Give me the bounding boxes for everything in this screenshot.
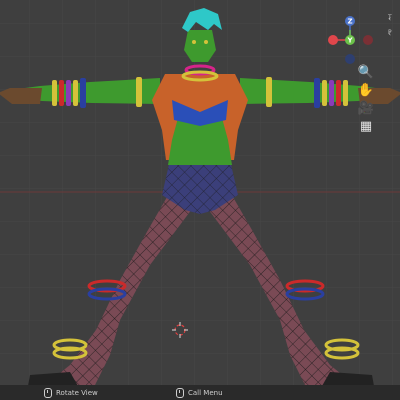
mouse-right-icon [176, 388, 184, 398]
hair [182, 8, 222, 32]
gizmo-x-icon[interactable] [328, 35, 338, 45]
zoom-icon[interactable]: 🔍 [357, 63, 375, 81]
side-tab-tool[interactable]: T [388, 12, 400, 24]
grid-icon[interactable]: ▦ [357, 117, 375, 135]
left-eye [192, 40, 196, 44]
face [184, 30, 216, 62]
pan-hand-icon[interactable]: ✋ [357, 81, 375, 99]
gizmo-neg-x-icon[interactable] [363, 35, 373, 45]
gizmo-y-label: Y [346, 37, 353, 45]
status-rotate-label: Rotate View [56, 389, 98, 397]
left-ankle-rings [52, 338, 88, 360]
gizmo-z-label: Z [347, 18, 352, 26]
3d-viewport[interactable]: Z Y ‹ T ‹ P 🔍 ✋ 🎥 ▦ Rotate View Call Men… [0, 0, 400, 400]
mouse-middle-icon [44, 388, 52, 398]
status-call-menu: Call Menu [176, 388, 223, 398]
gizmo-neg-z-icon[interactable] [345, 54, 355, 64]
left-foot [28, 372, 78, 386]
side-tab-properties[interactable]: P [388, 27, 400, 39]
3d-cursor-icon[interactable] [172, 322, 188, 338]
camera-icon[interactable]: 🎥 [357, 99, 375, 117]
navigation-gizmo[interactable]: Z Y [322, 12, 378, 68]
right-leg [205, 178, 355, 385]
right-ankle-rings [324, 338, 360, 360]
status-bar: Rotate View Call Menu [0, 385, 400, 400]
status-menu-label: Call Menu [188, 389, 223, 397]
right-foot [322, 372, 374, 386]
status-rotate-view: Rotate View [44, 388, 98, 398]
right-knee-rings [285, 279, 325, 301]
left-knee-rings [87, 279, 127, 301]
right-eye [204, 40, 208, 44]
